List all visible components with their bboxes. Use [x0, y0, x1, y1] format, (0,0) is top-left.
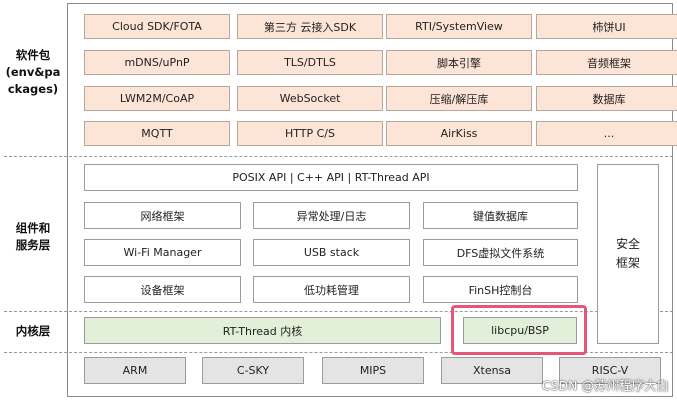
- package-box: 数据库: [536, 86, 677, 111]
- package-box: 第三方 云接入SDK: [237, 14, 383, 39]
- arch-box: C-SKY: [202, 357, 304, 384]
- component-box: 键值数据库: [423, 202, 578, 229]
- security-label-line: 安全: [615, 237, 640, 251]
- bsp-highlight: [451, 305, 587, 355]
- package-box: LWM2M/CoAP: [84, 86, 230, 111]
- package-box: WebSocket: [237, 86, 383, 111]
- package-box: 脚本引擎: [386, 50, 532, 75]
- package-box: RTI/SystemView: [386, 14, 532, 39]
- layer-divider: [4, 156, 673, 157]
- package-box: Cloud SDK/FOTA: [84, 14, 230, 39]
- rt-thread-kernel-box: RT-Thread 内核: [84, 317, 441, 344]
- security-framework-box: 安全 框架: [597, 164, 659, 344]
- component-box: USB stack: [253, 239, 410, 266]
- package-box: 音频框架: [536, 50, 677, 75]
- arch-box: MIPS: [322, 357, 424, 384]
- package-box: mDNS/uPnP: [84, 50, 230, 75]
- watermark: CSDN @苏州程序大白: [541, 378, 669, 393]
- kernel-layer-label: 内核层: [15, 324, 51, 338]
- component-box: Wi-Fi Manager: [84, 239, 241, 266]
- security-label-line: 框架: [615, 256, 640, 270]
- component-box: DFS虚拟文件系统: [423, 239, 578, 266]
- arch-box: Xtensa: [441, 357, 543, 384]
- component-box: 网络框架: [84, 202, 241, 229]
- package-box: ...: [536, 121, 677, 146]
- arch-box: ARM: [84, 357, 186, 384]
- package-box: AirKiss: [386, 121, 532, 146]
- package-box: HTTP C/S: [237, 121, 383, 146]
- component-box: FinSH控制台: [423, 276, 578, 303]
- software-packages-layer-label: 软件包 (env&pa ckages): [5, 48, 61, 96]
- package-box: 压缩/解压库: [386, 86, 532, 111]
- components-services-layer-label: 组件和 服务层: [15, 221, 51, 252]
- package-box: TLS/DTLS: [237, 50, 383, 75]
- package-box: MQTT: [84, 121, 230, 146]
- package-box: 柿饼UI: [536, 14, 677, 39]
- component-box: 异常处理/日志: [253, 202, 410, 229]
- component-box: 设备框架: [84, 276, 241, 303]
- api-bar: POSIX API | C++ API | RT-Thread API: [84, 164, 578, 191]
- component-box: 低功耗管理: [253, 276, 410, 303]
